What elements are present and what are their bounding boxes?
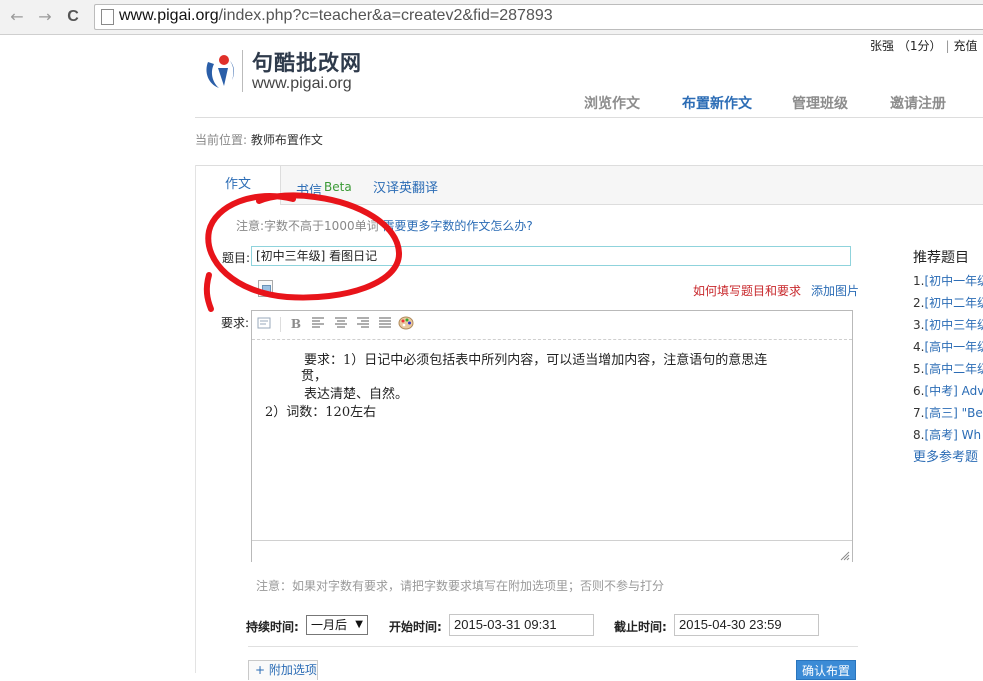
- topic-link[interactable]: [初中一年级: [924, 274, 983, 288]
- word-count-note: 注意：如果对字数有要求，请把字数要求填写在附加选项里；否则不参与打分: [256, 579, 665, 593]
- topic-number: 1.: [913, 274, 925, 288]
- page-icon: [101, 9, 114, 25]
- recharge-link[interactable]: 充值: [954, 39, 978, 53]
- resize-handle-icon[interactable]: [840, 551, 850, 561]
- toolbar-divider: [280, 317, 281, 332]
- url-text: www.pigai.org/index.php?c=teacher&a=crea…: [119, 7, 553, 24]
- tab-essay[interactable]: 作文: [196, 166, 281, 205]
- start-time-label: 开始时间:: [389, 620, 442, 634]
- editor-statusbar: [252, 540, 852, 562]
- duration-label: 持续时间:: [246, 620, 299, 634]
- align-left-icon[interactable]: [310, 316, 326, 332]
- topic-link[interactable]: [高三] "Be: [924, 406, 982, 420]
- topic-number: 6.: [913, 384, 925, 398]
- recommended-topic[interactable]: 7.[高三] "Be: [913, 404, 983, 421]
- topic-number: 5.: [913, 362, 925, 376]
- user-name[interactable]: 张强: [870, 39, 894, 53]
- editor-line: 2）词数：120左右: [265, 405, 377, 420]
- nav-create-essay[interactable]: 布置新作文: [682, 93, 752, 113]
- topic-number: 3.: [913, 318, 925, 332]
- forward-arrow-icon[interactable]: →: [34, 6, 56, 28]
- topic-link[interactable]: [中考] Adv: [924, 384, 983, 398]
- editor-line: 要求：1）日记中必须包括表中所列内容，可以适当增加内容，注意语句的意思连: [304, 353, 768, 368]
- source-icon[interactable]: [256, 316, 272, 332]
- topic-link[interactable]: [高中一年级: [924, 340, 983, 354]
- nav-manage-classes[interactable]: 管理班级: [792, 93, 848, 113]
- editor-content[interactable]: 要求：1）日记中必须包括表中所列内容，可以适当增加内容，注意语句的意思连 贯， …: [252, 341, 852, 539]
- topic-link[interactable]: [高考] Wh: [924, 428, 981, 442]
- end-time-label: 截止时间:: [614, 620, 667, 634]
- address-bar[interactable]: www.pigai.org/index.php?c=teacher&a=crea…: [94, 4, 983, 30]
- tab-letter[interactable]: 书信 Beta: [296, 180, 352, 199]
- logo-url: www.pigai.org: [252, 75, 352, 92]
- section-divider: [248, 646, 858, 647]
- dropdown-arrow-icon: ▼: [355, 619, 363, 630]
- editor-line: 贯，: [301, 369, 328, 384]
- duration-value: 一月后: [311, 618, 348, 632]
- requirements-editor[interactable]: B 要求：1）日记中必须包括表中所列内容，可以适当增加内容，注意语句的意思连 贯…: [251, 310, 853, 562]
- nav-invite-register[interactable]: 邀请注册: [890, 93, 946, 113]
- recommended-topic[interactable]: 2.[初中二年级: [913, 294, 983, 311]
- recommended-topics-title: 推荐题目: [913, 250, 969, 266]
- title-label: 题目:: [222, 251, 251, 265]
- recommended-topic[interactable]: 3.[初中三年级: [913, 316, 983, 333]
- tab-translation[interactable]: 汉译英翻译: [373, 177, 438, 196]
- start-time-input[interactable]: 2015-03-31 09:31: [449, 614, 594, 636]
- breadcrumb-label: 当前位置:: [195, 133, 248, 147]
- confirm-assign-button[interactable]: 确认布置: [796, 660, 856, 680]
- back-arrow-icon[interactable]: ←: [6, 6, 28, 28]
- align-center-icon[interactable]: [333, 316, 349, 332]
- logo-divider: [242, 50, 243, 92]
- color-palette-icon[interactable]: [398, 316, 414, 332]
- end-time-input[interactable]: 2015-04-30 23:59: [674, 614, 819, 636]
- reload-icon[interactable]: C: [62, 6, 84, 28]
- recommended-topic[interactable]: 5.[高中二年级: [913, 360, 983, 377]
- more-words-link[interactable]: 需要更多字数的作文怎么办?: [382, 219, 532, 233]
- nav-browse-essays[interactable]: 浏览作文: [584, 93, 640, 113]
- user-points: （1分）: [897, 39, 942, 53]
- bold-icon[interactable]: B: [288, 316, 304, 332]
- word-limit-notice: 注意:字数不高于1000单词 需要更多字数的作文怎么办?: [236, 217, 533, 234]
- title-input[interactable]: [初中三年级] 看图日记: [251, 246, 851, 266]
- topic-number: 2.: [913, 296, 925, 310]
- recommended-topic[interactable]: 1.[初中一年级: [913, 272, 983, 289]
- topic-link[interactable]: [初中三年级: [924, 318, 983, 332]
- editor-toolbar: B: [252, 311, 852, 340]
- notice-text: 注意:字数不高于1000单词: [236, 219, 379, 233]
- user-bar: 张强 （1分）|充值|: [870, 37, 983, 54]
- requirements-label: 要求:: [221, 316, 250, 330]
- recommended-topic[interactable]: 8.[高考] Wh: [913, 426, 981, 443]
- topic-number: 4.: [913, 340, 925, 354]
- extra-options-button[interactable]: + 附加选项: [248, 660, 318, 680]
- topic-link[interactable]: [初中二年级: [924, 296, 983, 310]
- recommended-topic[interactable]: 4.[高中一年级: [913, 338, 983, 355]
- logo-title: 句酷批改网: [252, 51, 362, 75]
- pigai-logo-icon: [206, 55, 234, 88]
- beta-badge: Beta: [324, 180, 352, 194]
- panel-border: [195, 165, 196, 673]
- justify-icon[interactable]: [377, 316, 393, 332]
- editor-line: 表达清楚、自然。: [304, 387, 409, 402]
- tab-letter-label: 书信: [296, 184, 323, 199]
- topic-link[interactable]: [高中二年级: [924, 362, 983, 376]
- nav-divider: [195, 117, 983, 118]
- add-image-link[interactable]: 添加图片: [811, 282, 859, 299]
- breadcrumb: 当前位置: 教师布置作文: [195, 131, 323, 148]
- how-to-fill-link[interactable]: 如何填写题目和要求: [693, 282, 801, 299]
- broken-image-icon: [258, 280, 273, 297]
- separator: |: [945, 39, 950, 53]
- duration-select[interactable]: 一月后 ▼: [306, 615, 368, 635]
- recommended-topic[interactable]: 6.[中考] Adv: [913, 382, 983, 399]
- topic-number: 7.: [913, 406, 925, 420]
- topic-number: 8.: [913, 428, 925, 442]
- align-right-icon[interactable]: [355, 316, 371, 332]
- breadcrumb-current: 教师布置作文: [250, 133, 323, 147]
- more-topics-link[interactable]: 更多参考题: [913, 446, 978, 465]
